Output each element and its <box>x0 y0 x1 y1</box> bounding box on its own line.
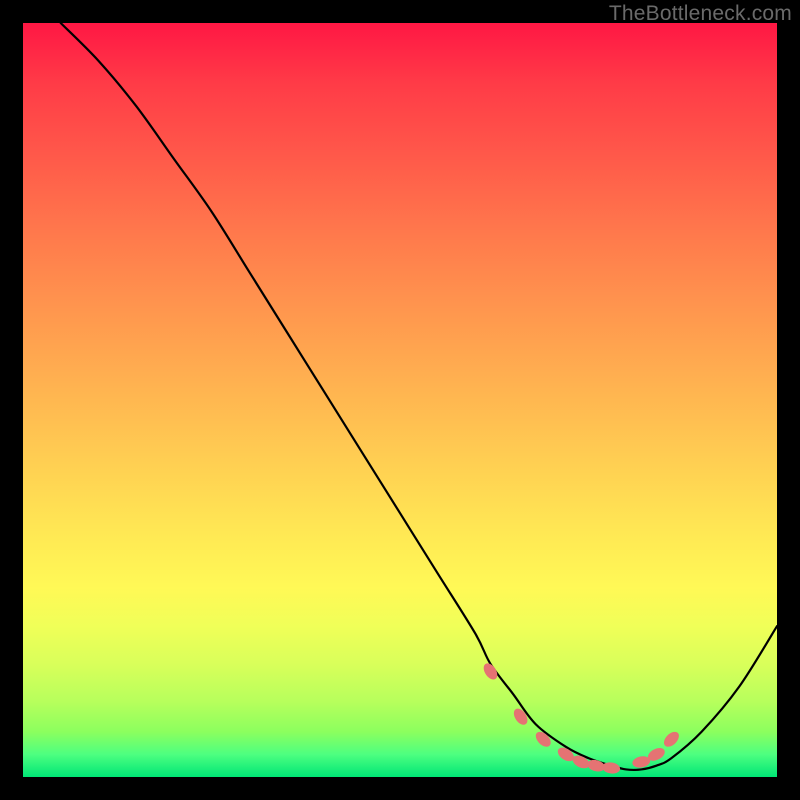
watermark-text: TheBottleneck.com <box>609 2 792 26</box>
plot-area <box>23 23 777 777</box>
chart-svg <box>23 23 777 777</box>
marker-dot <box>661 729 682 750</box>
curve-markers <box>481 661 682 775</box>
bottleneck-curve <box>61 23 777 770</box>
chart-frame: TheBottleneck.com <box>0 0 800 800</box>
marker-dot <box>511 706 530 727</box>
